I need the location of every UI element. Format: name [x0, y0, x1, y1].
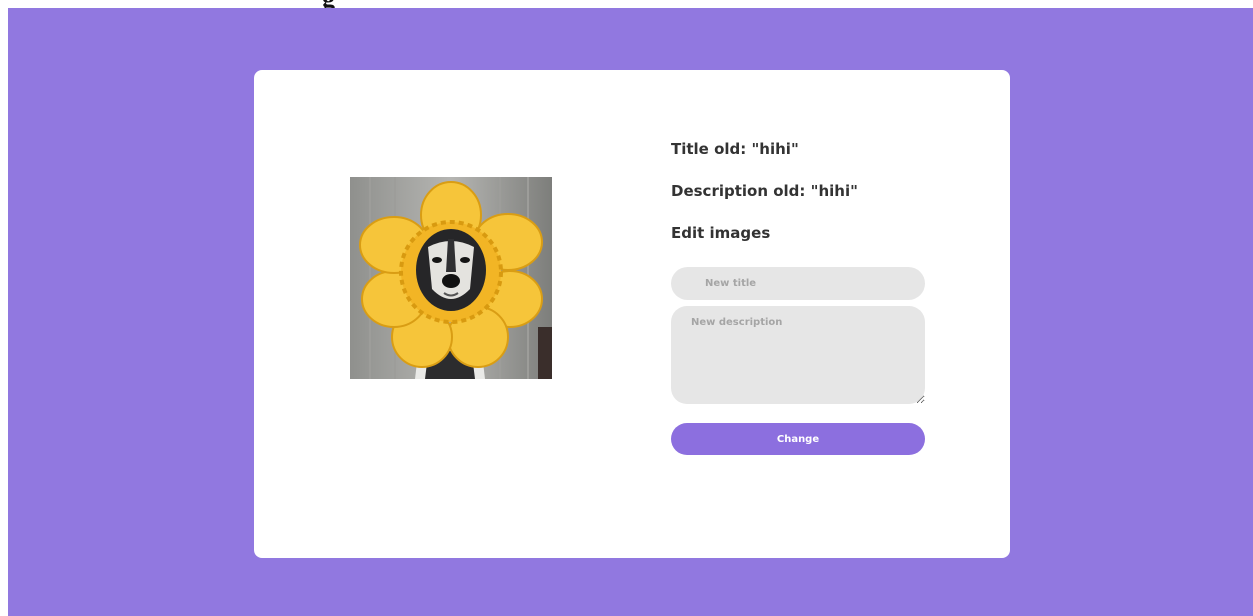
top-strip: g	[0, 0, 1253, 13]
old-description-label: Description old: "hihi"	[671, 182, 858, 200]
old-title-label: Title old: "hihi"	[671, 140, 799, 158]
post-image	[350, 177, 552, 379]
edit-card: Title old: "hihi" Description old: "hihi…	[254, 70, 1010, 558]
new-title-input[interactable]	[671, 267, 925, 300]
change-button[interactable]: Change	[671, 423, 925, 455]
edit-images-heading: Edit images	[671, 224, 771, 242]
new-description-textarea[interactable]	[671, 306, 925, 404]
dog-flower-illustration	[350, 177, 552, 379]
